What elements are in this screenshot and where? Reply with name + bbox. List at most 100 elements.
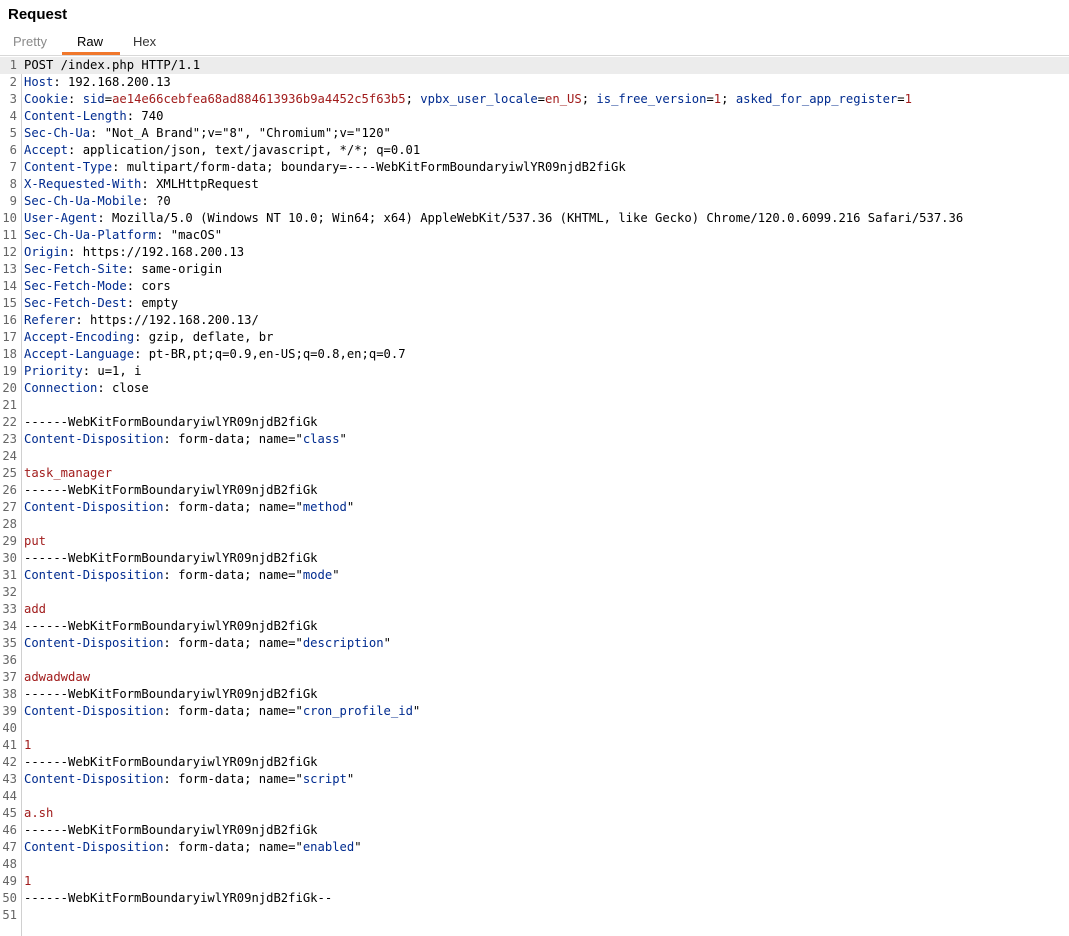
editor-line[interactable]: 39 Content-Disposition: form-data; name="… <box>0 703 1069 720</box>
editor-line[interactable]: 12 Origin: https://192.168.200.13 <box>0 244 1069 261</box>
plain-text: " <box>332 568 340 582</box>
editor-line[interactable]: 4 Content-Length: 740 <box>0 108 1069 125</box>
line-number: 19 <box>2 364 17 378</box>
editor-line[interactable]: 32 <box>0 584 1069 601</box>
editor-line[interactable]: 25 task_manager <box>0 465 1069 482</box>
editor-line[interactable]: 27 Content-Disposition: form-data; name="… <box>0 499 1069 516</box>
editor-line[interactable]: 40 <box>0 720 1069 737</box>
line-number: 50 <box>2 891 17 905</box>
param-name: class <box>302 432 340 446</box>
editor-line[interactable]: 43 Content-Disposition: form-data; name="… <box>0 771 1069 788</box>
editor-line[interactable]: 7 Content-Type: multipart/form-data; boun… <box>0 159 1069 176</box>
editor-line[interactable]: 34 ------WebKitFormBoundaryiwlYR09njdB2fi… <box>0 618 1069 635</box>
editor-line[interactable]: 29 put <box>0 533 1069 550</box>
line-content: 1 <box>24 873 31 890</box>
line-content: Content-Disposition: form-data; name="cr… <box>24 703 420 720</box>
editor-line[interactable]: 17 Accept-Encoding: gzip, deflate, br <box>0 329 1069 346</box>
tab-raw[interactable]: Raw <box>77 34 103 49</box>
plain-text: = <box>104 92 113 106</box>
editor-line[interactable]: 18 Accept-Language: pt-BR,pt;q=0.9,en-US;… <box>0 346 1069 363</box>
line-number: 40 <box>2 721 17 735</box>
plain-text: " <box>383 636 391 650</box>
editor-line[interactable]: 38 ------WebKitFormBoundaryiwlYR09njdB2fi… <box>0 686 1069 703</box>
line-content: X-Requested-With: XMLHttpRequest <box>24 176 259 193</box>
editor-line[interactable]: 47 Content-Disposition: form-data; name="… <box>0 839 1069 856</box>
header-name: Priority <box>24 364 83 378</box>
editor-line[interactable]: 3 Cookie: sid=ae14e66cebfea68ad884613936b… <box>0 91 1069 108</box>
header-name: Accept-Encoding <box>24 330 135 344</box>
line-content: Content-Length: 740 <box>24 108 163 125</box>
line-number: 27 <box>2 500 17 514</box>
editor-line[interactable]: 36 <box>0 652 1069 669</box>
editor-line[interactable]: 30 ------WebKitFormBoundaryiwlYR09njdB2fi… <box>0 550 1069 567</box>
line-number: 5 <box>9 126 17 140</box>
line-number: 28 <box>2 517 17 531</box>
editor-line[interactable]: 13 Sec-Fetch-Site: same-origin <box>0 261 1069 278</box>
plain-text: ; <box>721 92 736 106</box>
editor-line[interactable]: 1 POST /index.php HTTP/1.1 <box>0 57 1069 74</box>
header-name: User-Agent <box>24 211 98 225</box>
editor-line[interactable]: 42 ------WebKitFormBoundaryiwlYR09njdB2fi… <box>0 754 1069 771</box>
editor-line[interactable]: 21 <box>0 397 1069 414</box>
line-content: Content-Disposition: form-data; name="sc… <box>24 771 354 788</box>
editor-line[interactable]: 28 <box>0 516 1069 533</box>
header-name: Content-Disposition <box>24 772 164 786</box>
editor-line[interactable]: 33 add <box>0 601 1069 618</box>
line-number: 44 <box>2 789 17 803</box>
request-editor[interactable]: 1 POST /index.php HTTP/1.1 2 Host: 192.168.… <box>0 57 1069 936</box>
editor-line[interactable]: 49 1 <box>0 873 1069 890</box>
editor-line[interactable]: 9 Sec-Ch-Ua-Mobile: ?0 <box>0 193 1069 210</box>
editor-line[interactable]: 23 Content-Disposition: form-data; name="… <box>0 431 1069 448</box>
header-name: Sec-Ch-Ua-Platform <box>24 228 157 242</box>
line-content: Accept-Encoding: gzip, deflate, br <box>24 329 273 346</box>
line-number: 1 <box>9 58 17 72</box>
plain-text: ------WebKitFormBoundaryiwlYR09njdB2fiGk <box>24 823 318 837</box>
editor-line[interactable]: 6 Accept: application/json, text/javascri… <box>0 142 1069 159</box>
plain-text: : same-origin <box>126 262 223 276</box>
editor-line[interactable]: 50 ------WebKitFormBoundaryiwlYR09njdB2fi… <box>0 890 1069 907</box>
plain-text: " <box>354 840 362 854</box>
line-number: 37 <box>2 670 17 684</box>
editor-line[interactable]: 16 Referer: https://192.168.200.13/ <box>0 312 1069 329</box>
line-content: Content-Disposition: form-data; name="mo… <box>24 567 340 584</box>
editor-line[interactable]: 26 ------WebKitFormBoundaryiwlYR09njdB2fi… <box>0 482 1069 499</box>
editor-line[interactable]: 8 X-Requested-With: XMLHttpRequest <box>0 176 1069 193</box>
line-number: 51 <box>2 908 17 922</box>
editor-line[interactable]: 41 1 <box>0 737 1069 754</box>
plain-text: ------WebKitFormBoundaryiwlYR09njdB2fiGk… <box>24 891 333 905</box>
editor-line[interactable]: 10 User-Agent: Mozilla/5.0 (Windows NT 10… <box>0 210 1069 227</box>
line-content: Sec-Ch-Ua-Platform: "macOS" <box>24 227 222 244</box>
line-content: add <box>24 601 46 618</box>
line-content: Content-Disposition: form-data; name="en… <box>24 839 362 856</box>
header-name: Sec-Ch-Ua-Mobile <box>24 194 142 208</box>
line-number: 25 <box>2 466 17 480</box>
editor-line[interactable]: 37 adwadwdaw <box>0 669 1069 686</box>
editor-line[interactable]: 15 Sec-Fetch-Dest: empty <box>0 295 1069 312</box>
editor-line[interactable]: 2 Host: 192.168.200.13 <box>0 74 1069 91</box>
body-value: a.sh <box>24 806 54 820</box>
editor-line[interactable]: 19 Priority: u=1, i <box>0 363 1069 380</box>
editor-line[interactable]: 45 a.sh <box>0 805 1069 822</box>
plain-text: : "macOS" <box>156 228 223 242</box>
editor-line[interactable]: 48 <box>0 856 1069 873</box>
line-content: Content-Disposition: form-data; name="cl… <box>24 431 347 448</box>
body-value: adwadwdaw <box>24 670 91 684</box>
editor-line[interactable]: 31 Content-Disposition: form-data; name="… <box>0 567 1069 584</box>
tab-pretty[interactable]: Pretty <box>13 34 47 49</box>
editor-line[interactable]: 14 Sec-Fetch-Mode: cors <box>0 278 1069 295</box>
editor-line[interactable]: 22 ------WebKitFormBoundaryiwlYR09njdB2fi… <box>0 414 1069 431</box>
editor-line[interactable]: 24 <box>0 448 1069 465</box>
line-content: adwadwdaw <box>24 669 90 686</box>
editor-line[interactable]: 11 Sec-Ch-Ua-Platform: "macOS" <box>0 227 1069 244</box>
editor-line[interactable]: 46 ------WebKitFormBoundaryiwlYR09njdB2fi… <box>0 822 1069 839</box>
plain-text: : form-data; name=" <box>163 432 303 446</box>
plain-text: = <box>706 92 714 106</box>
editor-line[interactable]: 35 Content-Disposition: form-data; name="… <box>0 635 1069 652</box>
tab-hex[interactable]: Hex <box>133 34 156 49</box>
editor-line[interactable]: 5 Sec-Ch-Ua: "Not_A Brand";v="8", "Chromi… <box>0 125 1069 142</box>
line-number: 49 <box>2 874 17 888</box>
editor-line[interactable]: 20 Connection: close <box>0 380 1069 397</box>
editor-line[interactable]: 44 <box>0 788 1069 805</box>
plain-text: : 192.168.200.13 <box>53 75 171 89</box>
editor-line[interactable]: 51 <box>0 907 1069 924</box>
